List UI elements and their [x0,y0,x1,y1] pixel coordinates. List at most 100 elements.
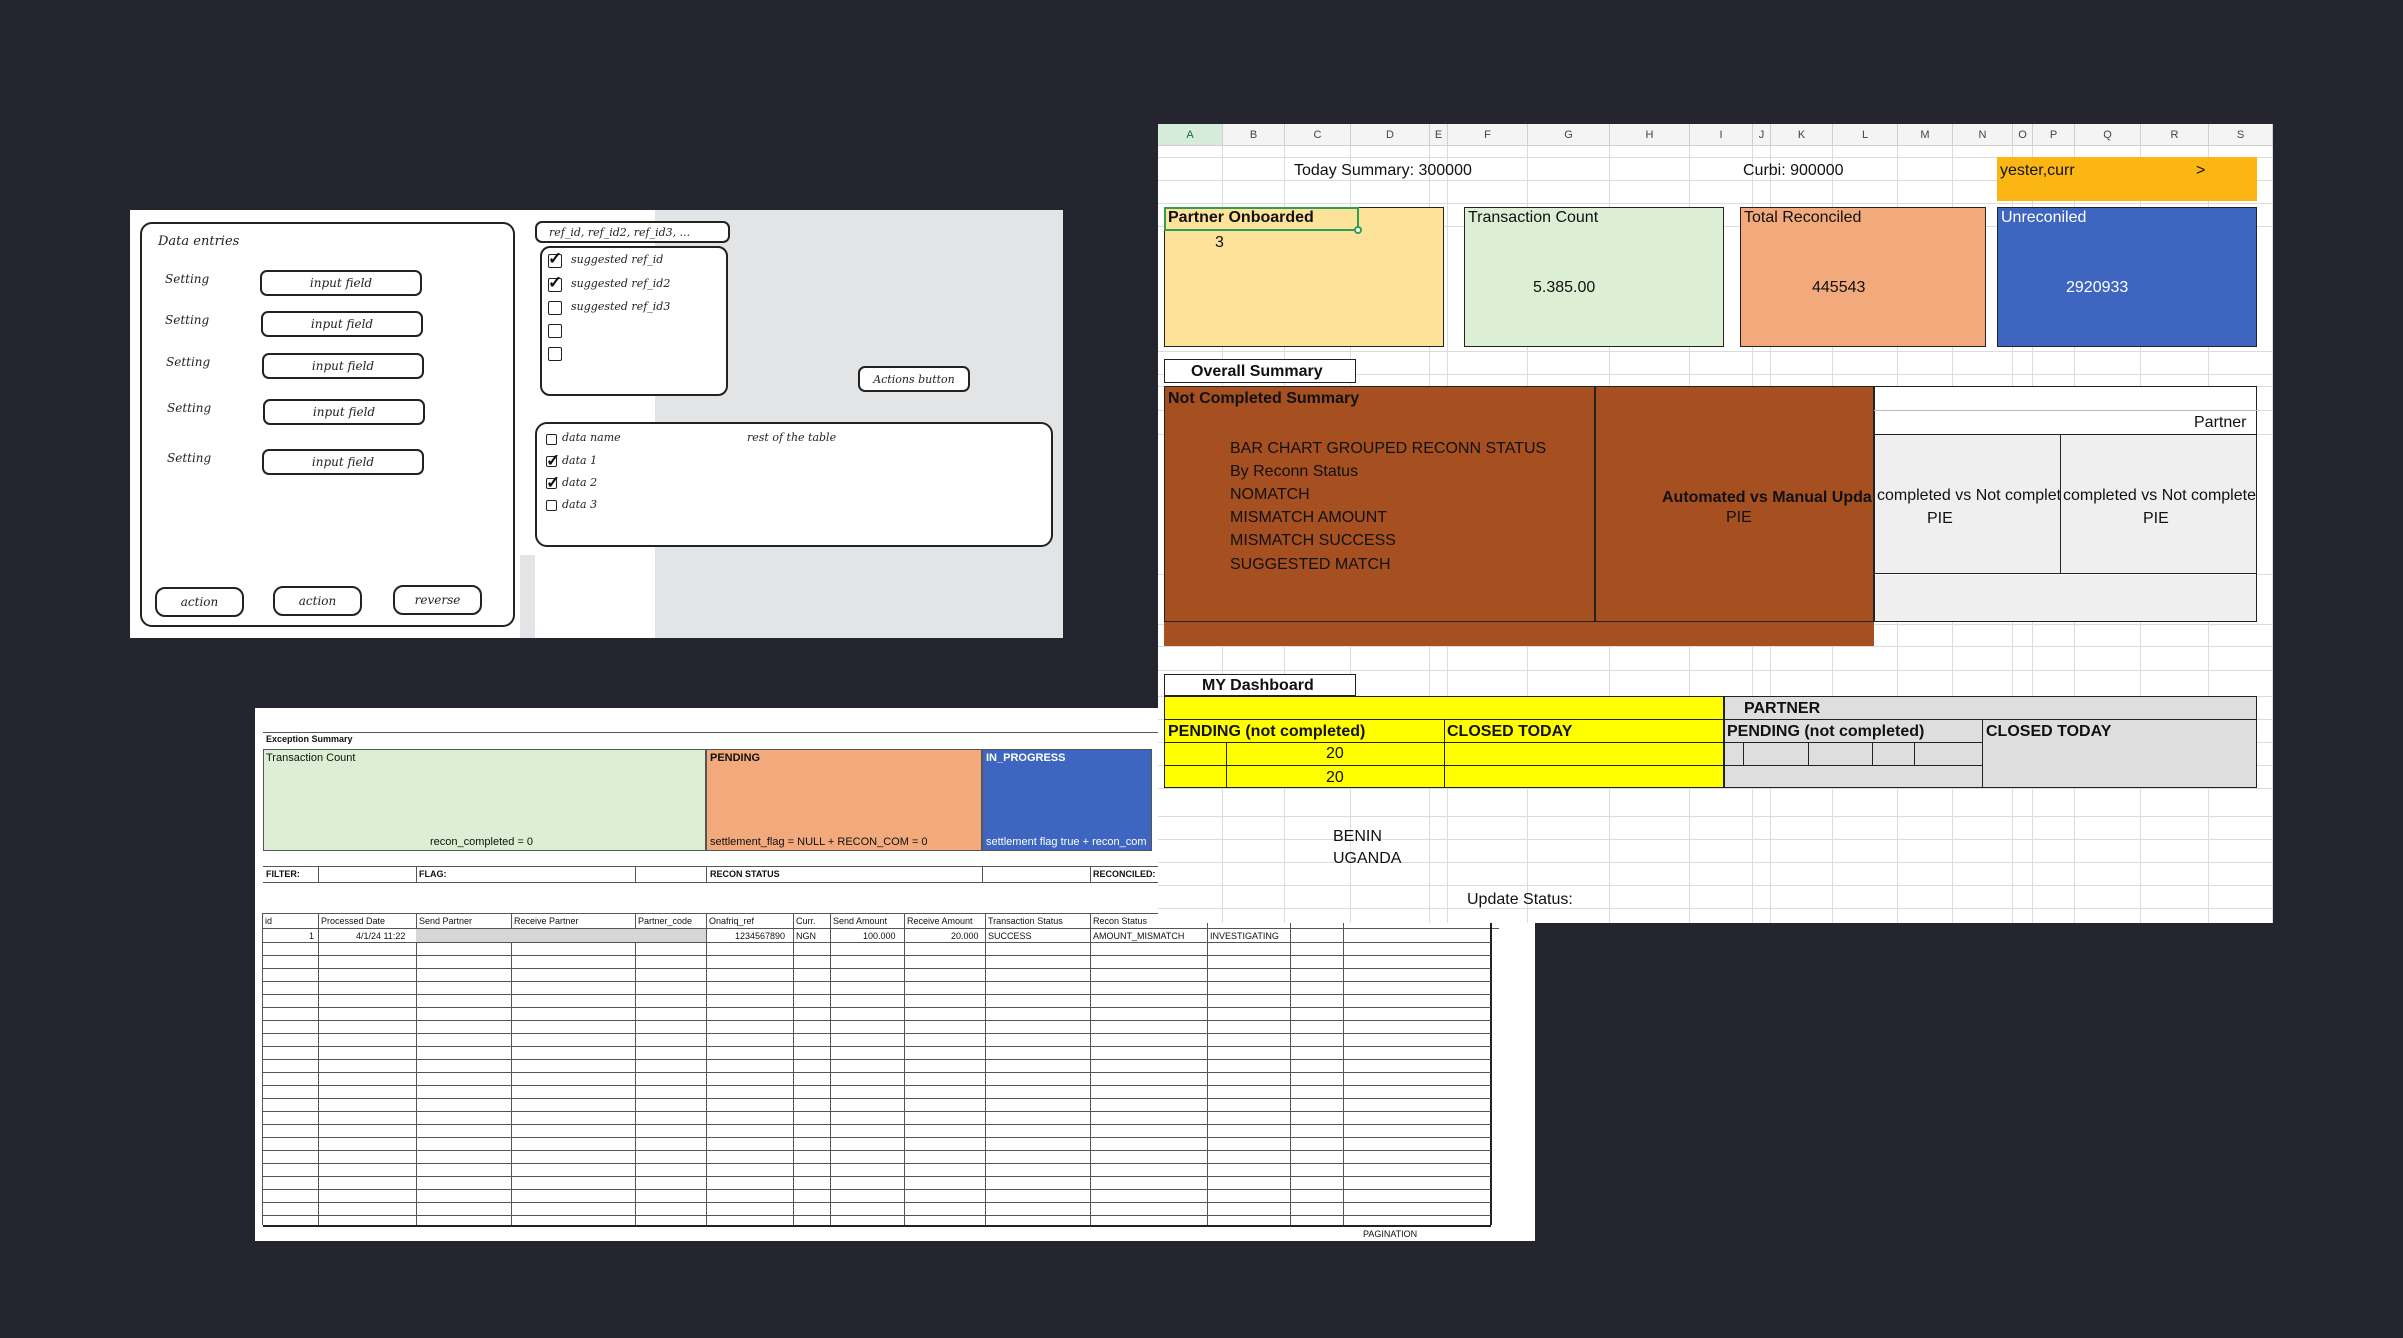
table-row-line [263,1072,1491,1073]
transaction-count-value: 5.385.00 [1533,279,1596,296]
dashboard-sheet: ABCDEFGHIJKLMNOPQRS Today Summary: 30000… [1158,124,2273,923]
column-header-j[interactable]: J [1753,124,1771,146]
selection-handle[interactable] [1354,226,1362,234]
row-cell: 1234567890 [735,931,786,941]
suggestion-checkbox[interactable] [548,249,562,269]
suggestion-checkbox[interactable] [548,347,562,361]
setting-input-field[interactable]: input field [261,311,423,337]
row-cell: INVESTIGATING [1210,931,1279,941]
column-header-n[interactable]: N [1953,124,2013,146]
closed-header-2: CLOSED TODAY [1986,723,2112,740]
update-status-label: Update Status: [1467,891,1573,908]
total-reconciled-label: Total Reconciled [1744,209,1862,226]
column-header-m[interactable]: M [1898,124,1953,146]
column-header-b[interactable]: B [1223,124,1285,146]
suggestion-checkbox[interactable] [548,273,562,293]
column-header-d[interactable]: D [1351,124,1430,146]
setting-label: Setting [167,401,212,415]
suggestion-checkbox[interactable] [548,301,562,315]
partner-onboarded-value: 3 [1215,234,1224,251]
transaction-count-label: Transaction Count [1468,209,1599,226]
partner-onboarded-label: Partner Onboarded [1168,209,1314,226]
unreconciled-card [1997,207,2257,347]
column-header-s[interactable]: S [2209,124,2273,146]
reverse-button[interactable]: reverse [393,585,482,615]
table-row-line [263,1163,1491,1164]
setting-input-field[interactable]: input field [262,353,424,379]
suggestion-label: suggested ref_id2 [571,277,671,290]
completed-label-1: completed vs Not complete [1877,487,2061,504]
column-header-c[interactable]: C [1285,124,1351,146]
filter-label: FILTER: [266,869,300,879]
wireframe-panel: Data entries Setting input field Setting… [130,210,1063,638]
suggestion-checkbox[interactable] [548,324,562,338]
column-header-o[interactable]: O [2013,124,2033,146]
my-dashboard-label: MY Dashboard [1202,677,1314,694]
grid-row-line [1158,885,2273,886]
setting-input-field[interactable]: input field [262,449,424,475]
overall-summary-label: Overall Summary [1191,363,1323,380]
total-reconciled-card [1740,207,1986,347]
table-rest-label: rest of the table [747,431,837,444]
automated-pie: PIE [1726,509,1752,526]
table-row-checkbox[interactable] [546,473,560,493]
column-header-g[interactable]: G [1528,124,1610,146]
bar-chart-line: NOMATCH [1230,486,1310,503]
column-header: Receive Partner [514,916,579,926]
table-row-line [263,1085,1491,1086]
setting-input-field[interactable]: input field [263,399,425,425]
column-header-k[interactable]: K [1771,124,1833,146]
partner-header: PARTNER [1744,700,1821,717]
table-row-line [263,1176,1491,1177]
column-header-h[interactable]: H [1610,124,1690,146]
pagination-label[interactable]: PAGINATION [1363,1229,1417,1239]
yester-arrow[interactable]: > [2196,162,2205,180]
recon-status-filter-label: RECON STATUS [710,869,780,879]
column-header-e[interactable]: E [1430,124,1448,146]
wireframe-gutter [520,555,535,638]
table-row-line [263,1189,1491,1190]
partner-footer [1875,575,2256,621]
table-row-label: data 2 [562,476,598,489]
setting-input-field[interactable]: input field [260,270,422,296]
grid-row-line [1158,646,2273,647]
bar-chart-cell [1164,386,1596,622]
column-header: Onafriq_ref [709,916,755,926]
completed-pie-1: completed vs Not complete PIE [1875,435,2061,574]
ref-id-dropdown[interactable]: ref_id, ref_id2, ref_id3, ... [535,221,730,243]
column-header: Send Amount [833,916,888,926]
grid-row-line [1158,862,2273,863]
column-header-r[interactable]: R [2141,124,2209,146]
table-row-checkbox[interactable] [546,500,557,511]
table-row-line [263,955,1491,956]
column-header-p[interactable]: P [2033,124,2075,146]
column-header-l[interactable]: L [1833,124,1898,146]
transaction-count-note: recon_completed = 0 [430,836,534,848]
table-row-checkbox[interactable] [546,451,560,471]
bar-chart-line: BAR CHART GROUPED RECONN STATUS [1230,440,1547,457]
column-header-i[interactable]: I [1690,124,1753,146]
setting-label: Setting [167,451,212,465]
grid-row-line [1158,351,2273,352]
exception-title: Exception Summary [266,734,353,744]
flag-label: FLAG: [419,869,447,879]
action-button[interactable]: action [155,587,244,617]
unreconciled-label: Unreconiled [2001,209,2087,226]
table-header-checkbox[interactable] [546,434,557,445]
table-row-line [263,994,1491,995]
column-header-a[interactable]: A [1158,124,1223,146]
column-header: Send Partner [419,916,473,926]
row-cell: NGN [796,931,816,941]
closed-header-1: CLOSED TODAY [1447,723,1573,740]
column-header-f[interactable]: F [1448,124,1528,146]
action-button[interactable]: action [273,586,362,616]
row-cell: 4/1/24 11:22 [356,931,406,941]
column-header-q[interactable]: Q [2075,124,2141,146]
completed-pie-label-1: PIE [1927,510,1953,527]
row-cell: SUCCESS [988,931,1032,941]
completed-pie-2: completed vs Not completed PIE [2061,435,2256,574]
column-header: Curr. [796,916,816,926]
column-header: Recon Status [1093,916,1148,926]
actions-button[interactable]: Actions button [858,366,970,392]
bar-chart-line: By Reconn Status [1230,463,1359,480]
